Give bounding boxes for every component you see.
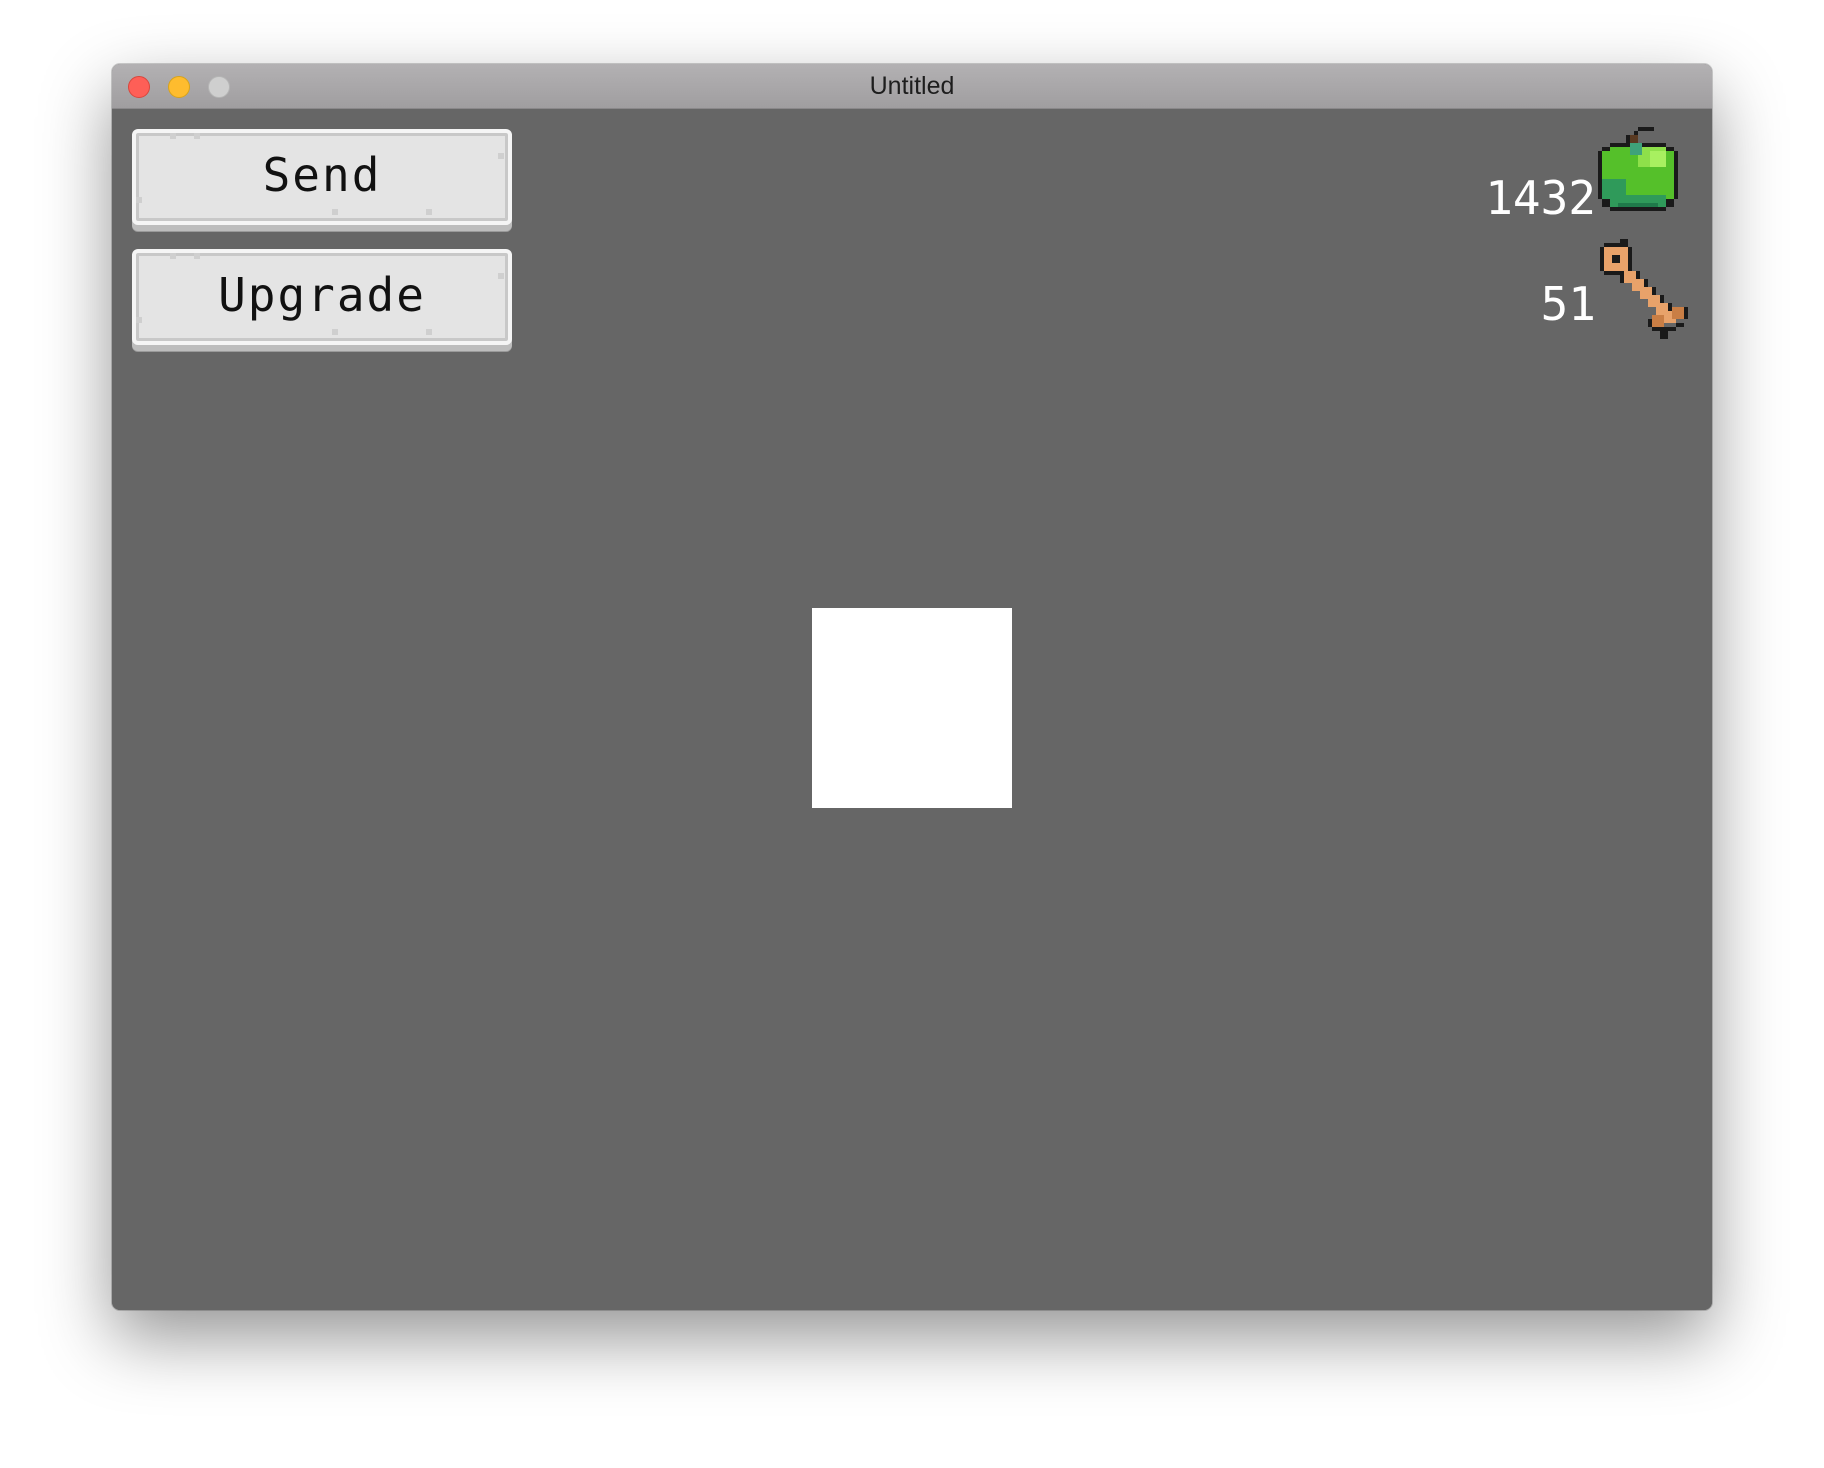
window-title: Untitled	[869, 72, 955, 100]
game-canvas[interactable]: Send Upgrade 1432 51	[112, 109, 1712, 1310]
title-bar[interactable]: Untitled	[112, 64, 1712, 109]
send-button[interactable]: Send	[132, 129, 512, 225]
upgrade-button-label: Upgrade	[218, 268, 426, 322]
send-button-label: Send	[262, 148, 382, 202]
upgrade-button[interactable]: Upgrade	[132, 249, 512, 345]
player-block	[812, 608, 1012, 808]
key-count: 51	[1540, 277, 1596, 331]
apple-count: 1432	[1485, 171, 1596, 225]
app-window: Untitled Send Upgrade 1432 51	[112, 64, 1712, 1310]
apple-icon	[1598, 127, 1678, 211]
key-icon	[1600, 239, 1688, 339]
